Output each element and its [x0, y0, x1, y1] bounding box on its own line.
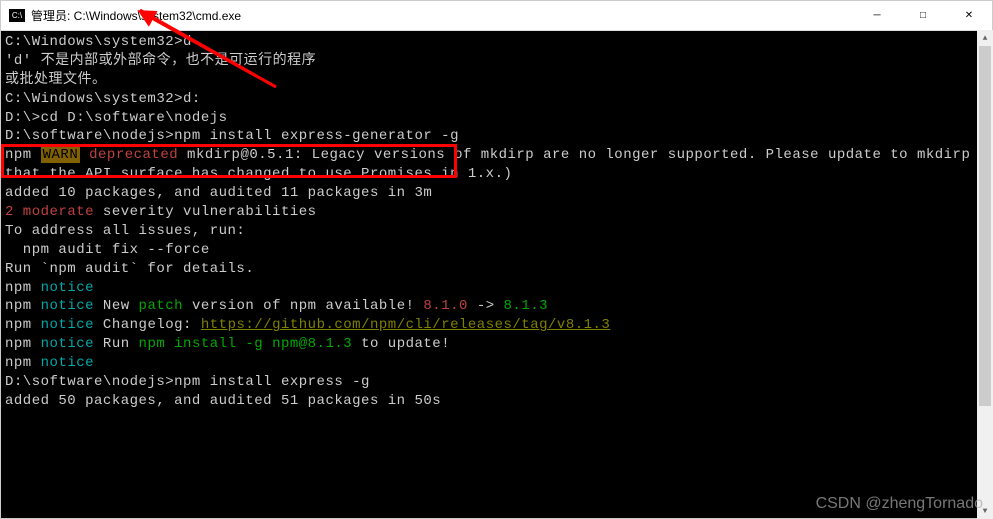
output-line: Run `npm audit` for details.	[5, 260, 988, 279]
window-title: 管理员: C:\Windows\system32\cmd.exe	[31, 7, 854, 24]
output-line: 或批处理文件。	[5, 71, 988, 90]
cmd-window: C:\ 管理员: C:\Windows\system32\cmd.exe ─ □…	[0, 0, 993, 519]
terminal-output[interactable]: C:\Windows\system32>d 'd' 不是内部或外部命令，也不是可…	[1, 31, 992, 518]
output-line: npm audit fix --force	[5, 241, 988, 260]
vertical-scrollbar[interactable]: ▲ ▼	[977, 30, 993, 519]
output-line: 'd' 不是内部或外部命令，也不是可运行的程序	[5, 52, 988, 71]
output-line: D:\software\nodejs>npm install express -…	[5, 373, 988, 392]
scroll-up-icon[interactable]: ▲	[977, 30, 993, 46]
watermark: CSDN @zhengTornado	[816, 495, 983, 513]
cmd-icon: C:\	[9, 9, 25, 22]
maximize-button[interactable]: □	[900, 1, 946, 30]
scroll-thumb[interactable]	[979, 46, 991, 406]
output-line: that the API surface has changed to use …	[5, 165, 988, 184]
output-line: npm notice	[5, 354, 988, 373]
output-line: D:\>cd D:\software\nodejs	[5, 109, 988, 128]
output-line: npm notice	[5, 279, 988, 298]
output-line: npm notice Run npm install -g npm@8.1.3 …	[5, 335, 988, 354]
output-line: added 50 packages, and audited 51 packag…	[5, 392, 988, 411]
output-line: To address all issues, run:	[5, 222, 988, 241]
output-line: C:\Windows\system32>d:	[5, 90, 988, 109]
output-line: 2 moderate severity vulnerabilities	[5, 203, 988, 222]
output-line: C:\Windows\system32>d	[5, 33, 988, 52]
output-line: D:\software\nodejs>npm install express-g…	[5, 127, 988, 146]
output-line: added 10 packages, and audited 11 packag…	[5, 184, 988, 203]
close-button[interactable]: ✕	[946, 1, 992, 30]
output-line: npm notice New patch version of npm avai…	[5, 297, 988, 316]
output-line: npm WARN deprecated mkdirp@0.5.1: Legacy…	[5, 146, 988, 165]
window-controls: ─ □ ✕	[854, 1, 992, 30]
titlebar[interactable]: C:\ 管理员: C:\Windows\system32\cmd.exe ─ □…	[1, 1, 992, 31]
minimize-button[interactable]: ─	[854, 1, 900, 30]
warn-badge: WARN	[41, 147, 81, 163]
output-line: npm notice Changelog: https://github.com…	[5, 316, 988, 335]
